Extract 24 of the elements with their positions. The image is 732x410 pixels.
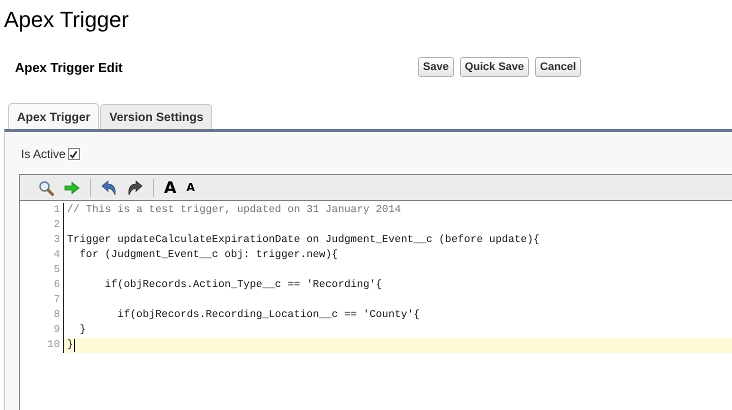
redo-icon[interactable] <box>127 180 143 196</box>
code-line: for (Judgment_Event__c obj: trigger.new){ <box>78 248 338 263</box>
is-active-label: Is Active <box>21 147 66 161</box>
code-line: } <box>67 338 74 353</box>
undo-icon[interactable] <box>101 180 117 196</box>
line-number: 10 <box>20 338 63 353</box>
page-title: Apex Trigger <box>3 6 130 33</box>
toolbar-button[interactable]: Quick Save <box>460 57 530 77</box>
toolbar-button[interactable]: Cancel <box>535 57 582 77</box>
font-larger-button[interactable]: A <box>164 178 176 197</box>
code-line: } <box>78 323 86 338</box>
tab[interactable]: Apex Trigger <box>8 103 100 129</box>
code-line: if(objRecords.Recording_Location__c == 'County'{ <box>116 308 420 323</box>
text-cursor <box>74 339 76 352</box>
code-line: if(objRecords.Action_Type__c == 'Recording'{ <box>104 278 382 293</box>
section-title: Apex Trigger Edit <box>14 60 124 74</box>
tab[interactable]: Version Settings <box>100 104 212 129</box>
search-icon[interactable] <box>38 180 54 196</box>
font-smaller-button[interactable]: A <box>186 181 195 194</box>
code-line: Trigger updateCalculateExpirationDate on Judgment_Event__c (before update){ <box>67 233 540 248</box>
is-active-checkbox[interactable] <box>68 148 80 160</box>
toolbar-button[interactable]: Save <box>418 57 454 77</box>
arrow-right-icon[interactable] <box>64 182 80 194</box>
code-comment: // This is a test trigger, updated on 31 January 2014 <box>67 203 401 218</box>
